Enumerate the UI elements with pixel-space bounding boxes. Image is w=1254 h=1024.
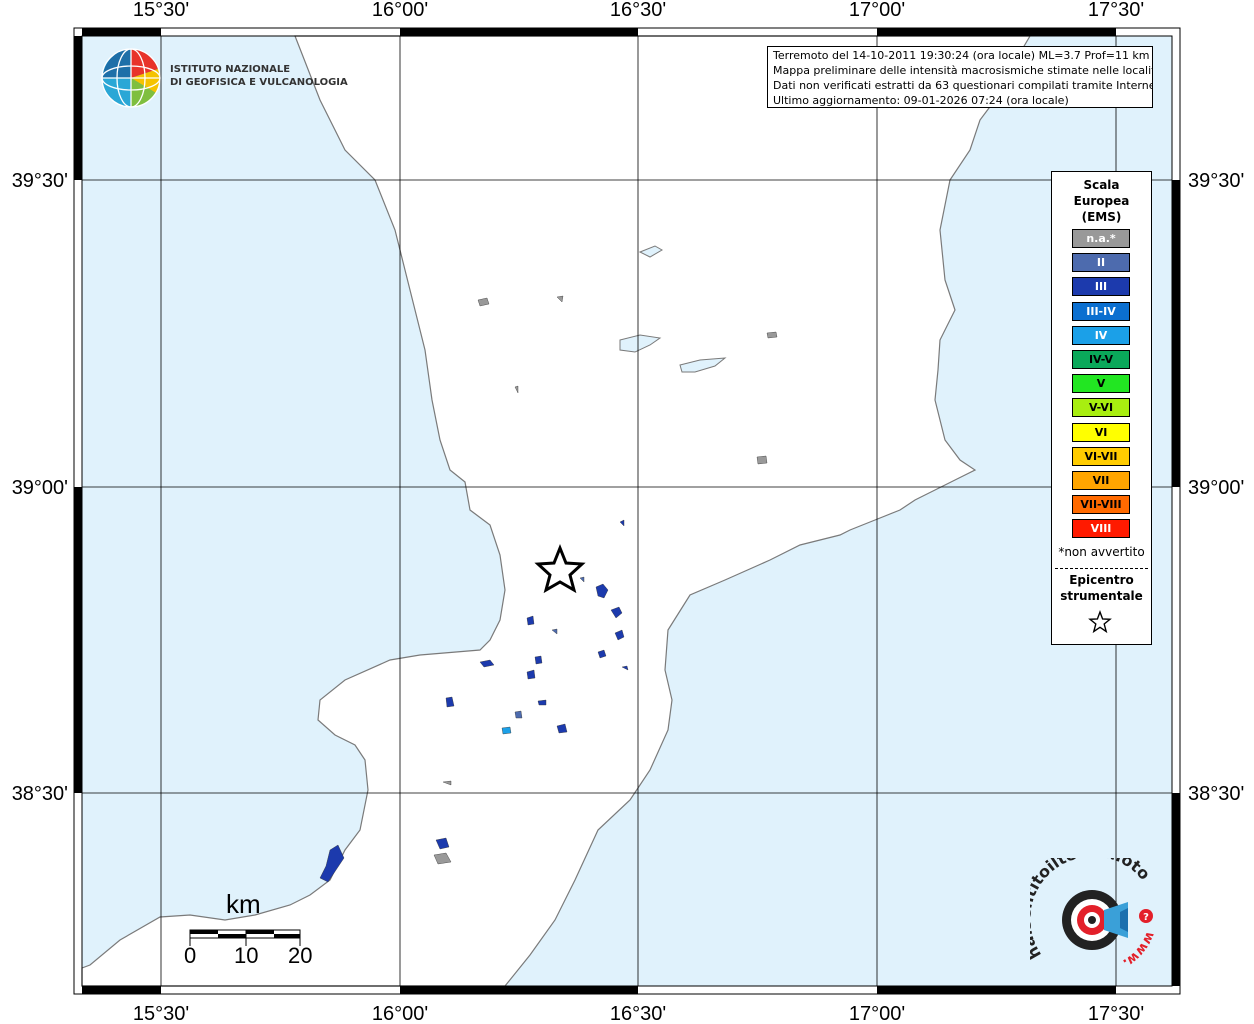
scale-label-20: 20 bbox=[288, 943, 313, 968]
lon-label-top-1: 15°30' bbox=[133, 0, 189, 21]
legend-epicentre-line2: strumentale bbox=[1060, 589, 1143, 603]
legend-star-icon bbox=[1088, 610, 1112, 634]
legend-title: Scala Europea (EMS) bbox=[1052, 177, 1151, 225]
hsit-question-mark: ? bbox=[1143, 912, 1149, 923]
frame-top-seg-2 bbox=[400, 28, 638, 36]
frame-right-seg-2 bbox=[1172, 793, 1180, 986]
ingv-name: ISTITUTO NAZIONALE DI GEOFISICA E VULCAN… bbox=[170, 63, 348, 89]
ingv-globe-icon bbox=[101, 48, 161, 108]
ems-legend: Scala Europea (EMS) n.a.* II III III-IV IV IV… bbox=[1051, 171, 1152, 645]
event-info-line-2: Mappa preliminare delle intensità macros… bbox=[773, 64, 1153, 77]
lon-label-top-5: 17°30' bbox=[1088, 0, 1144, 21]
patch-na bbox=[766, 331, 778, 339]
frame-left-seg-1 bbox=[74, 36, 82, 180]
frame-top-seg-3 bbox=[877, 28, 1116, 36]
legend-item: III-IV bbox=[1072, 301, 1130, 321]
lon-label-bottom-1: 15°30' bbox=[133, 1003, 189, 1024]
legend-title-line1: Scala bbox=[1083, 178, 1120, 192]
lon-label-bottom-3: 16°30' bbox=[610, 1003, 666, 1024]
legend-item: n.a.* bbox=[1072, 229, 1130, 248]
legend-title-line2: Europea bbox=[1073, 194, 1130, 208]
legend-item: VII bbox=[1072, 471, 1130, 490]
scale-label-10: 10 bbox=[234, 943, 259, 968]
legend-item: II bbox=[1072, 253, 1130, 273]
lat-label-right-1: 39°30' bbox=[1188, 170, 1244, 192]
frame-bottom-seg-2 bbox=[400, 986, 638, 994]
legend-item: IV bbox=[1072, 325, 1130, 345]
hsit-target-icon: ? haisentitoilterremoto.it www. bbox=[1015, 841, 1157, 970]
lon-label-bottom-5: 17°30' bbox=[1088, 1003, 1144, 1024]
frame-bottom-seg-3 bbox=[877, 986, 1116, 994]
patch-iv bbox=[501, 726, 512, 735]
lon-label-top-3: 16°30' bbox=[610, 0, 666, 21]
legend-item: VI bbox=[1072, 422, 1130, 442]
legend-note: *non avvertito bbox=[1058, 545, 1145, 559]
lat-label-left-1: 39°30' bbox=[12, 170, 68, 192]
scale-label-0: 0 bbox=[184, 943, 197, 968]
lat-label-right-3: 38°30' bbox=[1188, 783, 1244, 805]
scale-bar-seg-1 bbox=[190, 930, 218, 934]
patch-iii bbox=[534, 655, 543, 665]
scale-bar-seg-4 bbox=[274, 934, 300, 938]
scale-unit: km bbox=[226, 889, 261, 919]
ingv-logo: ISTITUTO NAZIONALE DI GEOFISICA E VULCAN… bbox=[100, 47, 348, 109]
longitude-labels-bottom: 15°30' 16°00' 16°30' 17°00' 17°30' bbox=[133, 1003, 1144, 1024]
event-info-line-1: Terremoto del 14-10-2011 19:30:24 (ora l… bbox=[773, 49, 1150, 62]
patch-ii bbox=[514, 710, 523, 719]
legend-separator bbox=[1055, 568, 1148, 569]
legend-item: III bbox=[1072, 277, 1130, 297]
legend-item: VII-VIII bbox=[1072, 495, 1130, 515]
frame-right-seg-1 bbox=[1172, 180, 1180, 487]
legend-title-line3: (EMS) bbox=[1081, 210, 1122, 224]
legend-item: VI-VII bbox=[1072, 446, 1130, 466]
event-info-line-3: Dati non verificati estratti da 63 quest… bbox=[773, 79, 1153, 92]
lon-label-top-4: 17°00' bbox=[849, 0, 905, 21]
hsit-logo: ? haisentitoilterremoto.it www. bbox=[1015, 841, 1160, 978]
longitude-labels-top: 15°30' 16°00' 16°30' 17°00' 17°30' bbox=[133, 0, 1144, 21]
lon-label-bottom-4: 17°00' bbox=[849, 1003, 905, 1024]
scale-bar-seg-2 bbox=[218, 934, 246, 938]
patch-iii bbox=[537, 699, 547, 706]
legend-epicentre-line1: Epicentro bbox=[1069, 573, 1134, 587]
ingv-name-line2: DI GEOFISICA E VULCANOLOGIA bbox=[170, 77, 348, 88]
legend-item: VIII bbox=[1072, 519, 1130, 539]
frame-top-seg-1 bbox=[82, 28, 161, 36]
event-info-line-4: Ultimo aggiornamento: 09-01-2026 07:24 (… bbox=[773, 94, 1069, 107]
patch-na bbox=[756, 455, 768, 465]
frame-left-seg-2 bbox=[74, 487, 82, 793]
frame-bottom-seg-1 bbox=[82, 986, 161, 994]
lon-label-bottom-2: 16°00' bbox=[372, 1003, 428, 1024]
ingv-name-line1: ISTITUTO NAZIONALE bbox=[170, 64, 291, 75]
legend-item: V bbox=[1072, 374, 1130, 394]
legend-item: V-VI bbox=[1072, 398, 1130, 418]
lat-label-right-2: 39°00' bbox=[1188, 477, 1244, 499]
scale-bar-seg-3 bbox=[246, 930, 274, 934]
latitude-labels-left: 39°30' 39°00' 38°30' bbox=[12, 170, 68, 805]
legend-epicentre: Epicentro strumentale bbox=[1052, 572, 1151, 604]
legend-item: IV-V bbox=[1072, 350, 1130, 369]
event-info-box: Terremoto del 14-10-2011 19:30:24 (ora l… bbox=[767, 46, 1153, 108]
lon-label-top-2: 16°00' bbox=[372, 0, 428, 21]
latitude-labels-right: 39°30' 39°00' 38°30' bbox=[1188, 170, 1244, 805]
lat-label-left-2: 39°00' bbox=[12, 477, 68, 499]
lat-label-left-3: 38°30' bbox=[12, 783, 68, 805]
